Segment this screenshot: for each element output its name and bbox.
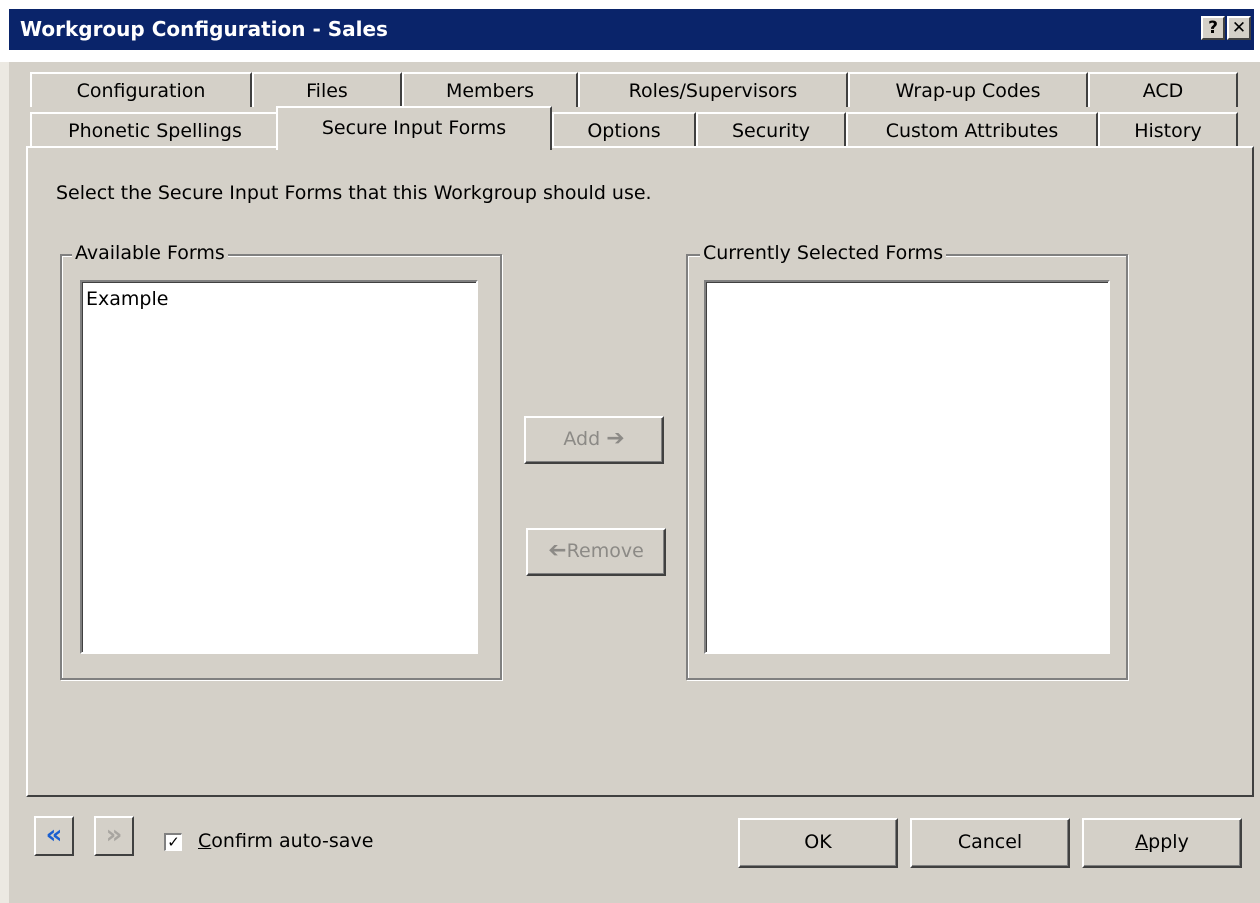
ok-button[interactable]: OK [738, 818, 898, 868]
selected-forms-label: Currently Selected Forms [700, 242, 947, 264]
cancel-button[interactable]: Cancel [910, 818, 1070, 868]
selected-forms-group: Currently Selected Forms [686, 242, 1128, 680]
tab-acd[interactable]: ACD [1088, 72, 1238, 107]
apply-button[interactable]: Apply [1082, 818, 1242, 868]
list-item[interactable]: Example [86, 288, 168, 310]
tab-page-secure-input-forms: Select the Secure Input Forms that this … [26, 146, 1254, 797]
double-chevron-right-icon: » [105, 820, 123, 850]
close-button[interactable]: ✕ [1227, 16, 1251, 40]
tab-phonetic-spellings[interactable]: Phonetic Spellings [30, 112, 280, 147]
title-bar[interactable]: Workgroup Configuration - Sales ? ✕ [9, 9, 1254, 50]
window-title: Workgroup Configuration - Sales [20, 17, 388, 41]
add-button-label: Add [563, 428, 601, 450]
arrow-left-icon: ➔ [548, 538, 567, 563]
back-button[interactable]: « [34, 816, 74, 856]
tab-wrap-up-codes[interactable]: Wrap-up Codes [848, 72, 1088, 107]
remove-button-label: Remove [566, 540, 644, 562]
tab-custom-attributes[interactable]: Custom Attributes [846, 112, 1098, 147]
accel-letter: A [1135, 831, 1149, 853]
selected-forms-list[interactable] [704, 280, 1110, 654]
add-button[interactable]: Add ➔ [524, 416, 664, 464]
tab-history[interactable]: History [1098, 112, 1238, 147]
tab-configuration[interactable]: Configuration [30, 72, 252, 107]
arrow-right-icon: ➔ [606, 426, 625, 451]
tab-options[interactable]: Options [552, 112, 696, 147]
tab-files[interactable]: Files [252, 72, 402, 107]
instruction-text: Select the Secure Input Forms that this … [56, 182, 652, 204]
label-rest: pply [1148, 831, 1189, 853]
title-bar-frame: Workgroup Configuration - Sales ? ✕ [0, 0, 1260, 62]
label-rest: onfirm auto-save [211, 830, 374, 852]
remove-button[interactable]: ➔Remove [526, 528, 666, 576]
tab-members[interactable]: Members [402, 72, 578, 107]
double-chevron-left-icon: « [45, 820, 63, 850]
close-icon: ✕ [1231, 18, 1247, 38]
accel-letter: C [198, 830, 212, 852]
help-button[interactable]: ? [1201, 16, 1225, 40]
checkmark-icon: ✓ [167, 833, 180, 851]
available-forms-list[interactable]: Example [80, 280, 478, 654]
tab-security[interactable]: Security [696, 112, 846, 147]
tab-roles-supervisors[interactable]: Roles/Supervisors [578, 72, 848, 107]
available-forms-label: Available Forms [72, 242, 228, 264]
window-frame [0, 62, 9, 903]
confirm-autosave-checkbox[interactable]: ✓ [164, 833, 182, 851]
available-forms-group: Available Forms Example [60, 242, 502, 680]
forward-button[interactable]: » [94, 816, 134, 856]
confirm-autosave-label[interactable]: Confirm auto-save [198, 830, 373, 852]
tab-secure-input-forms[interactable]: Secure Input Forms [276, 106, 552, 150]
